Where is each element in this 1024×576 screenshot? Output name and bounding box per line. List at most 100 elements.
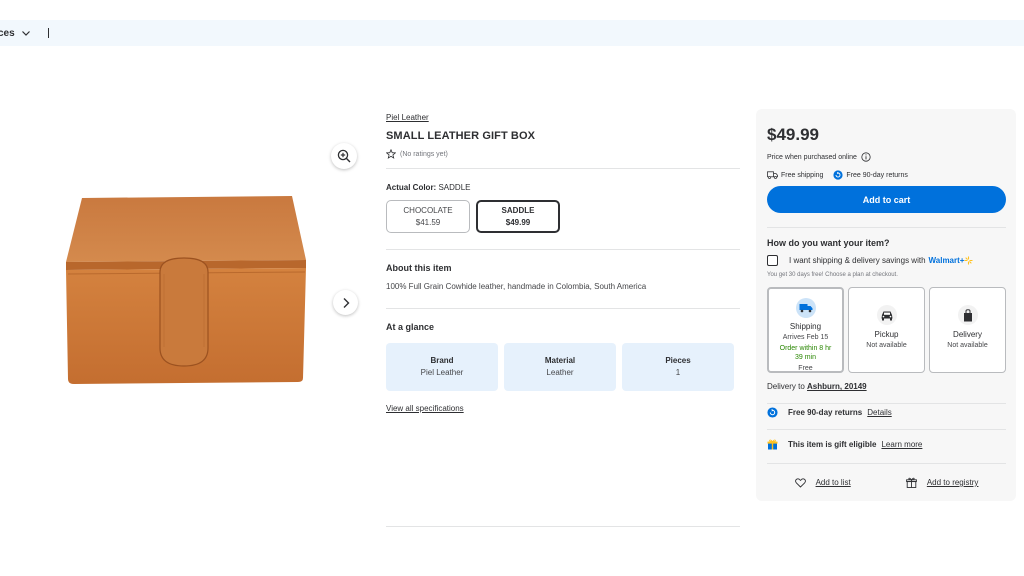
buy-box: $49.99 Price when purchased online Free … [756, 109, 1016, 501]
option-line1: Not available [947, 342, 988, 349]
returns-icon [833, 170, 844, 180]
heart-icon [794, 477, 806, 488]
returns-icon [767, 407, 778, 418]
option-name: Pickup [874, 330, 899, 339]
delivery-location: Delivery to Ashburn, 20149 [767, 382, 867, 391]
divider [767, 227, 1006, 228]
actual-color: Actual Color: SADDLE [386, 183, 740, 192]
product-title: SMALL LEATHER GIFT BOX [386, 130, 536, 142]
ratings: (No ratings yet) [386, 149, 740, 159]
swatch-name: CHOCOLATE [403, 205, 453, 215]
bag-icon [957, 305, 978, 325]
fulfillment-title: How do you want your item? [767, 238, 890, 248]
pickup-option[interactable]: Pickup Not available [848, 287, 925, 373]
option-line1: Not available [866, 342, 907, 349]
option-line3: Free [798, 365, 813, 372]
returns-text: Free 90-day returns [788, 408, 863, 417]
divider [767, 403, 1006, 404]
swatch-price: $41.59 [415, 217, 441, 227]
view-specifications-link[interactable]: View all specifications [386, 404, 740, 413]
walmart-plus-text: I want shipping & delivery savings with [789, 256, 926, 265]
add-to-registry-button[interactable]: Add to registry [905, 477, 979, 488]
about-title: About this item [386, 263, 452, 273]
glance-value: 1 [675, 368, 681, 377]
info-icon[interactable] [861, 152, 871, 162]
add-to-list-label: Add to list [815, 478, 851, 487]
walmart-plus-option[interactable]: I want shipping & delivery savings with … [767, 255, 974, 266]
chevron-right-icon [343, 297, 349, 308]
divider [386, 249, 740, 250]
free-returns-perk: Free 90-day returns [833, 170, 908, 180]
glance-cards: Brand Piel Leather Material Leather Piec… [386, 343, 740, 391]
walmart-plus-checkbox[interactable] [767, 255, 778, 266]
spark-icon [964, 256, 974, 265]
returns-details-link[interactable]: Details [867, 408, 891, 417]
actual-color-value: SADDLE [438, 183, 471, 192]
gift-text: This item is gift eligible [788, 440, 877, 449]
list-actions: Add to list Add to registry [767, 477, 1006, 488]
free-returns-text: Free 90-day returns [846, 171, 908, 179]
department-bar: ces [0, 20, 1024, 46]
actual-color-label: Actual Color: [386, 183, 437, 192]
product-info: Piel Leather SMALL LEATHER GIFT BOX (No … [386, 113, 740, 413]
glance-title: At a glance [386, 322, 435, 332]
free-shipping-perk: Free shipping [767, 171, 823, 179]
trial-note: You get 30 days free! Choose a plan at c… [767, 272, 898, 278]
star-icon [386, 149, 396, 159]
truck-icon [767, 171, 778, 179]
glance-card-material: Material Leather [504, 343, 616, 391]
chevron-down-icon[interactable] [21, 28, 31, 38]
price: $49.99 [767, 125, 819, 144]
returns-row: Free 90-day returns Details [767, 407, 892, 418]
divider [767, 463, 1006, 464]
price-note: Price when purchased online [767, 152, 871, 162]
delivery-option[interactable]: Delivery Not available [929, 287, 1006, 373]
next-image-button[interactable] [333, 290, 358, 315]
product-image[interactable] [60, 190, 312, 390]
color-swatches: CHOCOLATE $41.59 SADDLE $49.99 [386, 200, 740, 233]
add-to-cart-button[interactable]: Add to cart [767, 186, 1006, 213]
swatch-saddle[interactable]: SADDLE $49.99 [476, 200, 560, 233]
zoom-button[interactable] [331, 143, 357, 169]
option-name: Delivery [953, 330, 982, 339]
divider [47, 28, 49, 38]
car-icon [876, 305, 897, 325]
swatch-name: SADDLE [501, 205, 535, 215]
glance-key: Pieces [665, 356, 691, 365]
glance-key: Brand [430, 356, 454, 365]
ratings-text: (No ratings yet) [400, 150, 448, 158]
gift-row: This item is gift eligible Learn more [767, 439, 922, 450]
free-shipping-text: Free shipping [781, 171, 824, 179]
gift-learn-more-link[interactable]: Learn more [881, 440, 922, 449]
option-line1: Arrives Feb 15 [782, 334, 829, 341]
glance-value: Leather [546, 368, 574, 377]
shipping-truck-icon [795, 298, 816, 318]
price-note-text: Price when purchased online [767, 153, 857, 161]
add-to-registry-label: Add to registry [926, 478, 979, 487]
zoom-in-icon [337, 149, 351, 163]
gift-icon [767, 439, 778, 450]
brand-link[interactable]: Piel Leather [386, 113, 740, 122]
option-name: Shipping [789, 322, 822, 331]
walmart-plus-brand: Walmart+ [928, 256, 965, 265]
shipping-option[interactable]: Shipping Arrives Feb 15 Order within 8 h… [767, 287, 844, 373]
department-dropdown-label[interactable]: ces [0, 28, 15, 39]
swatch-price: $49.99 [505, 217, 531, 227]
divider [386, 526, 740, 527]
glance-key: Material [544, 356, 576, 365]
divider [386, 308, 740, 309]
add-to-list-button[interactable]: Add to list [794, 477, 851, 488]
divider [767, 429, 1006, 430]
fulfillment-options: Shipping Arrives Feb 15 Order within 8 h… [767, 287, 1006, 373]
glance-value: Piel Leather [420, 368, 464, 377]
swatch-chocolate[interactable]: CHOCOLATE $41.59 [386, 200, 470, 233]
gift-outline-icon [905, 477, 917, 488]
glance-card-brand: Brand Piel Leather [386, 343, 498, 391]
about-text: 100% Full Grain Cowhide leather, handmad… [386, 282, 647, 291]
delivery-location-link[interactable]: Ashburn, 20149 [807, 382, 867, 391]
glance-card-pieces: Pieces 1 [622, 343, 734, 391]
divider [386, 168, 740, 169]
order-within-text: Order within 8 hr 39 min [779, 345, 832, 361]
perks: Free shipping Free 90-day returns [767, 170, 918, 180]
delivery-to-label: Delivery to [767, 382, 805, 391]
